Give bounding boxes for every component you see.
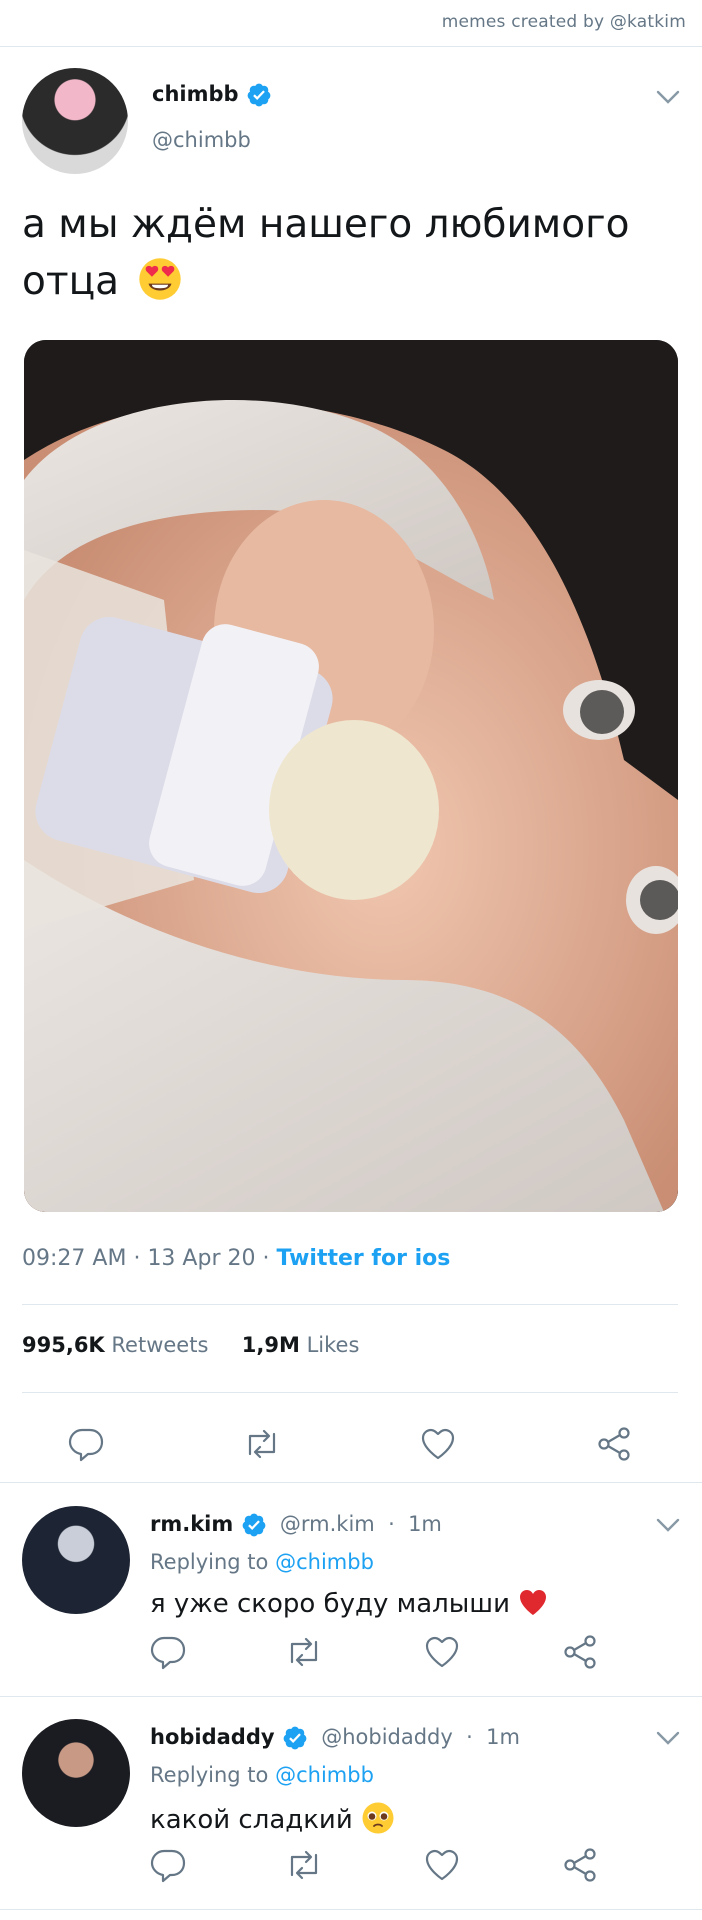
likes-stat[interactable]: 1,9M Likes (242, 1333, 360, 1357)
avatar[interactable] (22, 68, 128, 174)
like-icon[interactable] (422, 1632, 462, 1672)
tweet-author[interactable]: chimbb (152, 82, 272, 108)
author-name[interactable]: chimbb (152, 82, 239, 106)
reply-actions (0, 1845, 702, 1885)
tweet-actions (0, 1414, 702, 1474)
like-icon[interactable] (422, 1845, 462, 1885)
red-heart-emoji-icon (520, 1590, 547, 1615)
reply-actions (0, 1632, 702, 1672)
retweets-label: Retweets (111, 1333, 209, 1357)
meta-separator: · (388, 1512, 395, 1536)
replying-to: Replying to @chimbb (150, 1763, 374, 1787)
likes-label: Likes (306, 1333, 360, 1357)
meta-separator: · (133, 1246, 148, 1271)
credit-text: memes created by @katkim (441, 12, 686, 32)
divider (0, 1909, 702, 1910)
reply-icon[interactable] (66, 1424, 106, 1464)
top-divider (0, 46, 702, 47)
reply-text: какой сладкий (150, 1801, 395, 1835)
likes-count: 1,9M (241, 1333, 300, 1357)
reply-author-name[interactable]: rm.kim (150, 1512, 233, 1536)
chevron-down-icon[interactable] (656, 90, 680, 104)
reply-author[interactable]: rm.kim @rm.kim · 1m (150, 1512, 442, 1538)
divider (0, 1696, 702, 1697)
avatar[interactable] (22, 1719, 130, 1827)
retweets-count: 995,6K (22, 1333, 105, 1357)
verified-badge-icon (247, 83, 271, 107)
replying-to-link[interactable]: @chimbb (275, 1763, 374, 1787)
share-icon[interactable] (560, 1845, 600, 1885)
divider (22, 1392, 678, 1393)
retweet-icon[interactable] (242, 1424, 282, 1464)
reply-time: 1m (408, 1512, 442, 1536)
tweet-source-link[interactable]: Twitter for ios (276, 1246, 450, 1271)
reply-handle[interactable]: @rm.kim (280, 1512, 375, 1536)
author-handle[interactable]: @chimbb (152, 128, 251, 152)
reply-icon[interactable] (148, 1632, 188, 1672)
like-icon[interactable] (418, 1424, 458, 1464)
divider (22, 1304, 678, 1305)
baby-bottle-photo (24, 340, 678, 1212)
tweet-text-content: а мы ждём нашего любимого отца (22, 202, 630, 304)
share-icon[interactable] (560, 1632, 600, 1672)
avatar[interactable] (22, 1506, 130, 1614)
retweets-stat[interactable]: 995,6K Retweets (22, 1333, 208, 1357)
reply-text-content: какой сладкий (150, 1805, 353, 1835)
pleading-face-emoji-icon (362, 1802, 394, 1834)
divider (0, 1482, 702, 1483)
heart-eyes-emoji-icon (139, 258, 182, 300)
replying-prefix: Replying to (150, 1763, 269, 1787)
reply-author[interactable]: hobidaddy @hobidaddy · 1m (150, 1725, 520, 1751)
tweet-media-photo[interactable] (24, 340, 678, 1212)
reply-time: 1m (486, 1725, 520, 1749)
tweet-meta: 09:27 AM · 13 Apr 20 · Twitter for ios (22, 1246, 450, 1271)
replying-to: Replying to @chimbb (150, 1550, 374, 1574)
reply-text-content: я уже скоро буду малыши (150, 1589, 510, 1619)
replying-prefix: Replying to (150, 1550, 269, 1574)
reply-icon[interactable] (148, 1845, 188, 1885)
tweet-stats: 995,6K Retweets 1,9M Likes (22, 1333, 359, 1357)
meta-separator: · (262, 1246, 277, 1271)
meta-separator: · (466, 1725, 473, 1749)
verified-badge-icon (242, 1513, 265, 1537)
chevron-down-icon[interactable] (656, 1518, 680, 1532)
share-icon[interactable] (594, 1424, 634, 1464)
tweet-date: 13 Apr 20 (147, 1246, 256, 1271)
reply-text: я уже скоро буду малыши (150, 1588, 548, 1619)
reply-author-name[interactable]: hobidaddy (150, 1725, 275, 1749)
chevron-down-icon[interactable] (656, 1731, 680, 1745)
tweet-text: а мы ждём нашего любимого отца (22, 196, 672, 310)
replying-to-link[interactable]: @chimbb (275, 1550, 374, 1574)
verified-badge-icon (283, 1726, 307, 1750)
retweet-icon[interactable] (284, 1632, 324, 1672)
retweet-icon[interactable] (284, 1845, 324, 1885)
tweet-time: 09:27 AM (22, 1246, 127, 1271)
reply-handle[interactable]: @hobidaddy (321, 1725, 453, 1749)
